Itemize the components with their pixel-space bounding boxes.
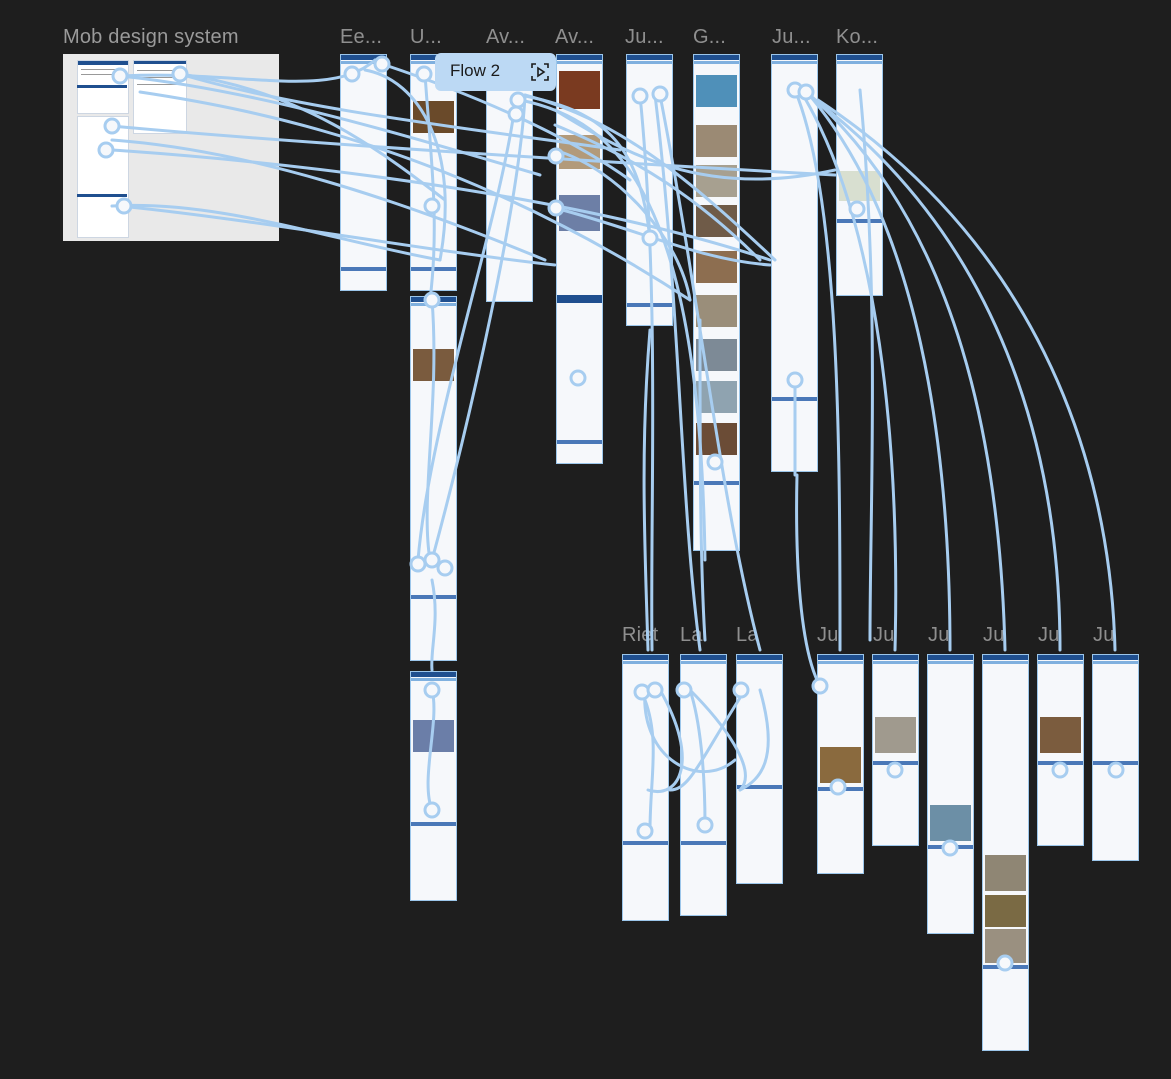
- flow-label: Flow 2: [450, 61, 501, 80]
- prototype-connections: [97, 55, 1125, 972]
- design-canvas[interactable]: Mob design system Ee... U... Av... Av...…: [0, 0, 1171, 1079]
- play-flow-icon[interactable]: [531, 63, 549, 86]
- flow-starting-point-badge[interactable]: Flow 2: [435, 53, 556, 91]
